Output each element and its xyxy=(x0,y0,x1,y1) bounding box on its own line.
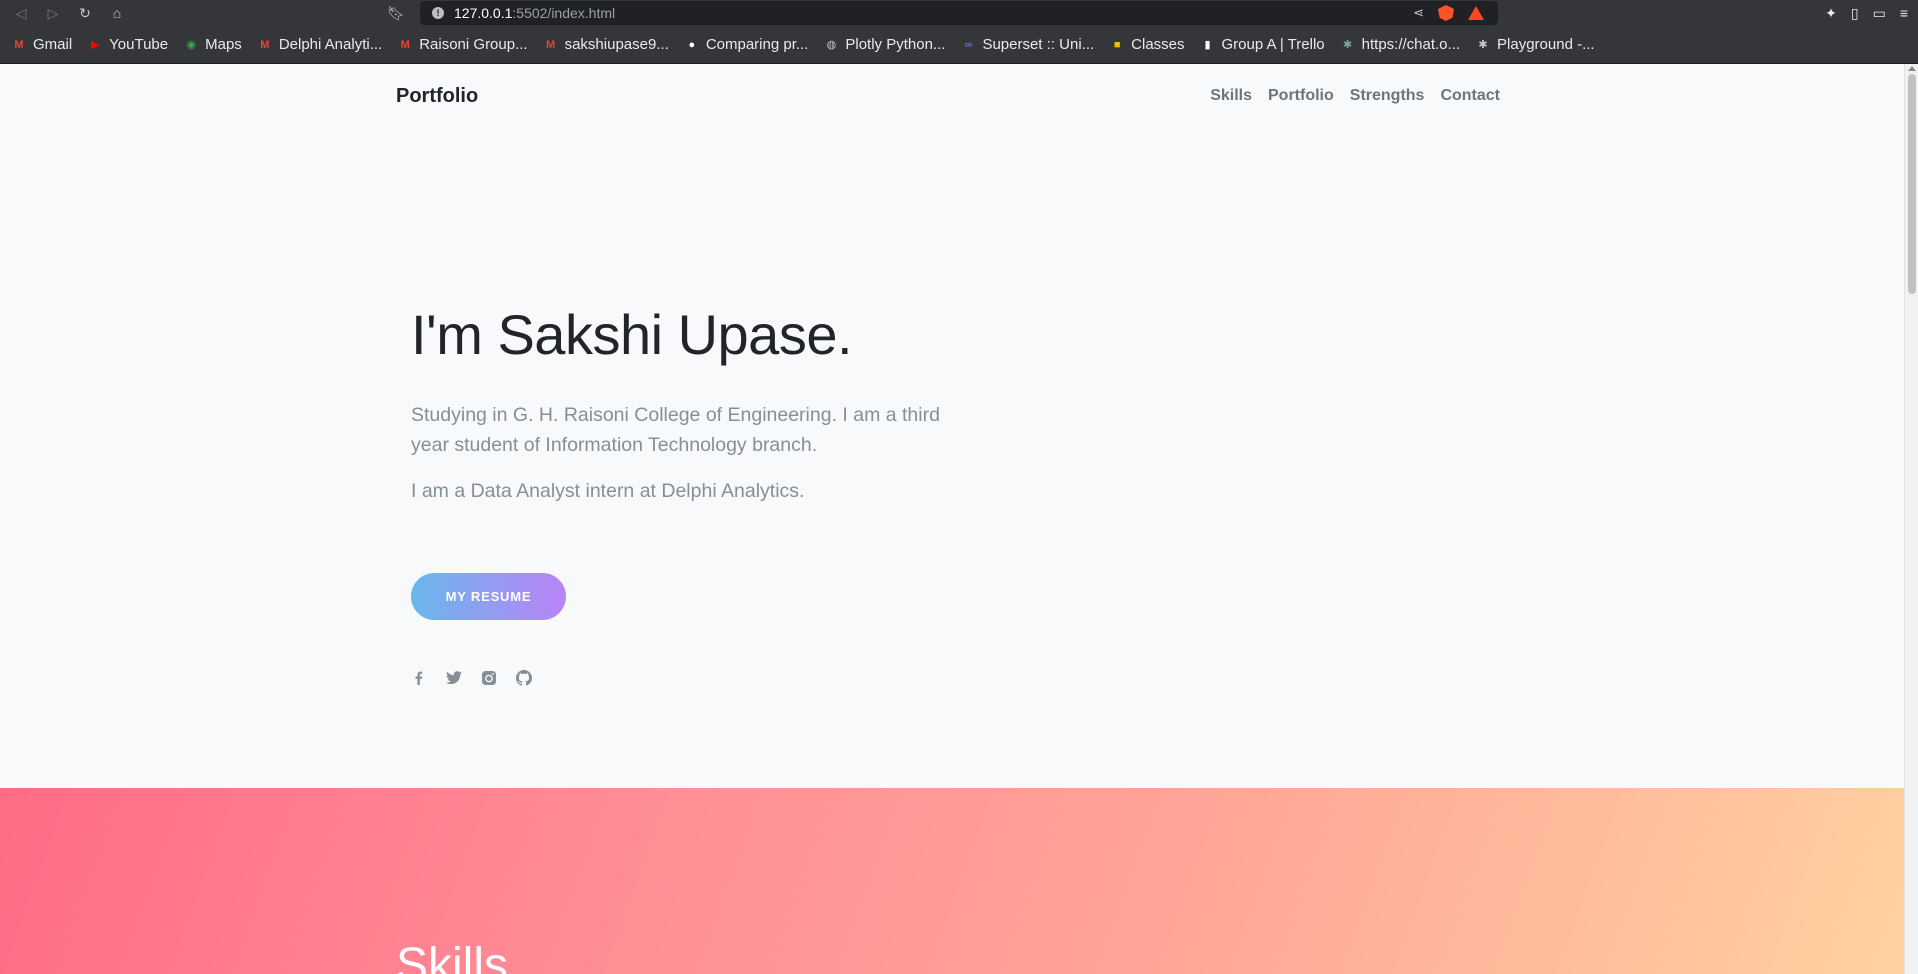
bookmark-label: Gmail xyxy=(33,36,73,53)
bookmark-item[interactable]: Msakshiupase9... xyxy=(544,36,669,53)
hero-section: I'm Sakshi Upase. Studying in G. H. Rais… xyxy=(411,304,971,506)
youtube-icon: ▶ xyxy=(90,39,100,51)
bookmark-item[interactable]: ∞ Superset :: Uni... xyxy=(961,36,1095,53)
bookmarks-bar: M Gmail ▶ YouTube ◉ Maps M Delphi Analyti... M Ra… xyxy=(0,26,1918,64)
classroom-icon: ■ xyxy=(1113,38,1121,51)
hero-description: Studying in G. H. Raisoni College of Eng… xyxy=(411,403,940,456)
browser-toolbar: ◁ ▷ ↻ ⌂ 🔖︎ ! 127.0.0.1:5502/index.html ⋖… xyxy=(0,0,1918,26)
bookmark-item[interactable]: ▶ YouTube xyxy=(88,36,168,53)
skills-section: Skills xyxy=(0,788,1904,974)
superset-icon: ∞ xyxy=(964,38,973,51)
bookmark-label: Classes xyxy=(1131,36,1185,53)
bookmark-item[interactable]: ✱ https://chat.o... xyxy=(1341,36,1460,53)
brave-shields-icon[interactable] xyxy=(1438,5,1454,21)
gmail-icon: M xyxy=(260,38,270,51)
github-icon: ● xyxy=(688,38,696,51)
home-icon[interactable]: ⌂ xyxy=(106,2,128,24)
gmail-icon: M xyxy=(14,38,24,51)
site-navbar: Portfolio Skills Portfolio Strengths Con… xyxy=(396,80,1500,112)
nav-portfolio[interactable]: Portfolio xyxy=(1268,87,1334,105)
bookmark-item[interactable]: M Raisoni Group... xyxy=(398,36,528,53)
scroll-up-icon[interactable] xyxy=(1908,66,1916,71)
bookmark-label: Delphi Analyti... xyxy=(278,36,383,53)
reload-icon[interactable]: ↻ xyxy=(74,2,96,24)
nav-strengths[interactable]: Strengths xyxy=(1350,87,1425,105)
facebook-icon[interactable] xyxy=(411,670,427,686)
bookmark-label: Plotly Python... xyxy=(845,36,946,53)
twitter-icon[interactable] xyxy=(446,670,462,686)
openai-icon: ✱ xyxy=(1478,39,1488,51)
address-bar[interactable]: ! 127.0.0.1:5502/index.html ⋖ xyxy=(420,1,1498,25)
bookmark-item[interactable]: ● Comparing pr... xyxy=(685,36,809,53)
bookmark-item[interactable]: ◍ Plotly Python... xyxy=(824,36,946,53)
scroll-thumb[interactable] xyxy=(1908,74,1916,294)
back-icon[interactable]: ◁ xyxy=(10,2,32,24)
extensions-icon[interactable]: ✦ xyxy=(1825,5,1837,22)
github-icon[interactable] xyxy=(516,670,532,686)
instagram-icon[interactable] xyxy=(481,670,497,686)
url-path: :5502/index.html xyxy=(512,5,616,21)
sidebar-icon[interactable]: ▯ xyxy=(1851,5,1859,22)
gmail-icon: M xyxy=(400,38,410,51)
brave-rewards-icon[interactable] xyxy=(1468,6,1484,20)
bookmark-item[interactable]: M Gmail xyxy=(12,36,72,53)
social-links xyxy=(411,670,532,686)
nav-skills[interactable]: Skills xyxy=(1210,87,1252,105)
bookmark-item[interactable]: M Delphi Analyti... xyxy=(258,36,382,53)
bookmark-label: Superset :: Uni... xyxy=(982,36,1095,53)
bookmark-label: Playground -... xyxy=(1497,36,1595,53)
bookmark-label: https://chat.o... xyxy=(1361,36,1461,53)
trello-icon: ▮ xyxy=(1204,39,1211,51)
openai-icon: ✱ xyxy=(1343,39,1353,51)
bookmark-label: Group A | Trello xyxy=(1221,36,1325,53)
maps-icon: ◉ xyxy=(186,39,196,51)
bookmark-item[interactable]: ✱ Playground -... xyxy=(1476,36,1595,53)
resume-button[interactable]: MY RESUME xyxy=(411,573,566,620)
nav-links: Skills Portfolio Strengths Contact xyxy=(1210,87,1500,105)
bookmark-item[interactable]: ▮ Group A | Trello xyxy=(1201,36,1325,53)
forward-icon[interactable]: ▷ xyxy=(42,2,64,24)
page-viewport: Portfolio Skills Portfolio Strengths Con… xyxy=(0,64,1904,974)
site-brand[interactable]: Portfolio xyxy=(396,85,478,108)
share-icon[interactable]: ⋖ xyxy=(1413,5,1424,21)
bookmark-item[interactable]: ■ Classes xyxy=(1110,36,1185,53)
bookmark-label: sakshiupase9... xyxy=(564,36,669,53)
globe-icon: ◍ xyxy=(826,39,837,51)
menu-icon[interactable]: ≡ xyxy=(1900,5,1908,21)
bookmark-item[interactable]: ◉ Maps xyxy=(184,36,242,53)
bookmark-label: Maps xyxy=(205,36,242,53)
gmail-icon: M xyxy=(546,38,556,51)
bookmark-label: Raisoni Group... xyxy=(419,36,528,53)
hero-title: I'm Sakshi Upase. xyxy=(411,303,853,366)
hero-subtext: I am a Data Analyst intern at Delphi Ana… xyxy=(411,479,805,502)
site-info-icon[interactable]: ! xyxy=(432,7,444,19)
bookmark-icon[interactable]: 🔖︎ xyxy=(385,2,407,24)
url-host: 127.0.0.1 xyxy=(454,5,513,21)
nav-contact[interactable]: Contact xyxy=(1440,87,1500,105)
page-scrollbar[interactable] xyxy=(1904,64,1918,974)
bookmark-label: Comparing pr... xyxy=(705,36,809,53)
bookmark-label: YouTube xyxy=(109,36,169,53)
wallet-icon[interactable]: ▭ xyxy=(1873,5,1886,22)
skills-title: Skills xyxy=(396,939,509,974)
